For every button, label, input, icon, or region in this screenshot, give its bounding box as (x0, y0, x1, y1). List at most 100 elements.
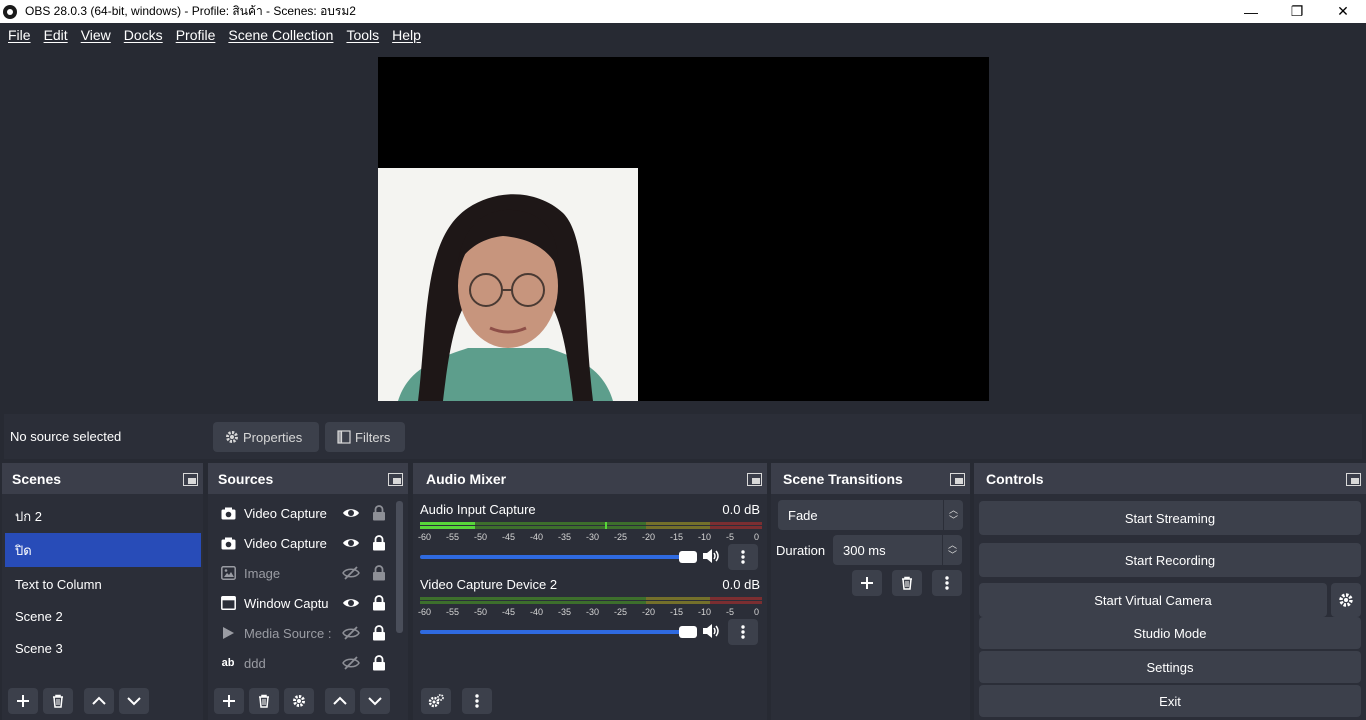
volume-slider-thumb[interactable] (679, 626, 697, 638)
sources-scrollbar[interactable] (396, 501, 403, 633)
lock-icon[interactable] (372, 595, 386, 611)
source-label: Video Capture (244, 535, 327, 551)
scene-item[interactable]: Text to Column (5, 567, 201, 601)
undock-icon[interactable] (948, 470, 966, 486)
scene-item[interactable]: Scene 2 (5, 599, 201, 633)
spinbox-arrows-icon[interactable]: ︿ ﹀ (942, 535, 962, 565)
menu-edit[interactable]: Edit (38, 27, 74, 43)
meter-scale: -60 -55 -50 -45 -40 -35 -30 -25 -20 -15 … (418, 607, 762, 621)
menu-profile[interactable]: Profile (170, 27, 222, 43)
gear-icon (293, 695, 305, 707)
camera-icon (220, 505, 236, 521)
virtual-camera-settings-button[interactable] (1331, 583, 1361, 617)
start-streaming-button[interactable]: Start Streaming (979, 501, 1361, 535)
menu-scene-collection[interactable]: Scene Collection (222, 27, 339, 43)
eye-hidden-icon[interactable] (342, 624, 360, 642)
move-source-up-button[interactable] (325, 688, 355, 714)
webcam-feed[interactable] (378, 168, 638, 401)
eye-icon[interactable] (342, 594, 360, 612)
volume-slider[interactable] (420, 625, 698, 639)
mixer-menu-button[interactable] (462, 688, 492, 714)
eye-icon[interactable] (342, 504, 360, 522)
channel-menu-button[interactable] (728, 544, 758, 570)
scenes-title-label: Scenes (12, 470, 62, 487)
start-recording-button[interactable]: Start Recording (979, 543, 1361, 577)
source-item[interactable]: Video Capture (216, 498, 396, 528)
remove-source-button[interactable] (249, 688, 279, 714)
menu-help[interactable]: Help (386, 27, 427, 43)
source-label: Media Source : (244, 625, 332, 641)
tick-label: -40 (530, 607, 544, 617)
speaker-icon[interactable] (702, 548, 720, 564)
preview-canvas[interactable] (378, 57, 989, 401)
transition-select[interactable]: Fade ︿ ﹀ (778, 500, 963, 530)
remove-transition-button[interactable] (892, 570, 922, 596)
channel-menu-button[interactable] (728, 619, 758, 645)
menu-docks[interactable]: Docks (118, 27, 169, 43)
tick-label: -10 (698, 607, 712, 617)
more-vertical-icon (741, 625, 745, 639)
add-scene-button[interactable] (8, 688, 38, 714)
eye-hidden-icon[interactable] (342, 654, 360, 672)
studio-mode-button[interactable]: Studio Mode (979, 617, 1361, 649)
tick-label: -30 (586, 532, 600, 542)
add-source-button[interactable] (214, 688, 244, 714)
chevron-up-icon (92, 696, 106, 705)
speaker-icon[interactable] (702, 623, 720, 639)
source-label: ddd (244, 655, 266, 671)
menu-view[interactable]: View (75, 27, 117, 43)
undock-icon[interactable] (1344, 470, 1362, 486)
preview-area[interactable] (0, 47, 1366, 411)
tick-label: -55 (446, 607, 460, 617)
source-item[interactable]: Video Capture (216, 528, 396, 558)
source-item[interactable]: Window Captu (216, 588, 396, 618)
filters-button[interactable]: Filters (325, 422, 405, 452)
lock-icon[interactable] (372, 535, 386, 551)
unlock-icon[interactable] (372, 565, 386, 581)
menu-file[interactable]: File (2, 27, 37, 43)
settings-button[interactable]: Settings (979, 651, 1361, 683)
scene-item[interactable]: ปก 2 (5, 499, 201, 533)
tick-label: 0 (754, 607, 760, 617)
start-virtual-camera-button[interactable]: Start Virtual Camera (979, 583, 1327, 617)
maximize-button[interactable]: ❐ (1274, 0, 1320, 23)
undock-icon[interactable] (386, 470, 404, 486)
exit-button[interactable]: Exit (979, 685, 1361, 717)
move-source-down-button[interactable] (360, 688, 390, 714)
source-properties-button[interactable] (284, 688, 314, 714)
text-icon: ab (221, 657, 235, 669)
lock-icon[interactable] (372, 625, 386, 641)
volume-slider[interactable] (420, 550, 698, 564)
more-vertical-icon (945, 576, 949, 590)
advanced-audio-button[interactable] (421, 688, 451, 714)
eye-icon[interactable] (342, 534, 360, 552)
tick-label: -25 (614, 532, 628, 542)
volume-slider-track (420, 630, 690, 634)
move-scene-down-button[interactable] (119, 688, 149, 714)
menu-tools[interactable]: Tools (340, 27, 385, 43)
transition-menu-button[interactable] (932, 570, 962, 596)
lock-icon[interactable] (372, 655, 386, 671)
duration-spinbox[interactable]: 300 ms ︿ ﹀ (833, 535, 962, 565)
undock-icon[interactable] (181, 470, 199, 486)
unlock-icon[interactable] (372, 505, 386, 521)
add-transition-button[interactable] (852, 570, 882, 596)
sources-dock: Sources Video Capture Video Capture Imag… (208, 463, 408, 720)
duration-label: Duration (776, 543, 826, 558)
scene-item-selected[interactable]: ปิด (5, 533, 201, 567)
eye-hidden-icon[interactable] (342, 564, 360, 582)
move-scene-up-button[interactable] (84, 688, 114, 714)
webcam-person-image (378, 168, 638, 401)
source-item[interactable]: Media Source : (216, 618, 396, 648)
properties-button[interactable]: Properties (213, 422, 319, 452)
scene-item[interactable]: Scene 3 (5, 631, 201, 665)
minimize-button[interactable]: — (1228, 0, 1274, 23)
source-item[interactable]: ab ddd (216, 648, 396, 678)
properties-label: Properties (243, 429, 303, 445)
remove-scene-button[interactable] (43, 688, 73, 714)
volume-slider-thumb[interactable] (679, 551, 697, 563)
close-button[interactable]: ✕ (1320, 0, 1366, 23)
audio-mixer-title-label: Audio Mixer (426, 470, 507, 487)
undock-icon[interactable] (745, 470, 763, 486)
source-item[interactable]: Image (216, 558, 396, 588)
